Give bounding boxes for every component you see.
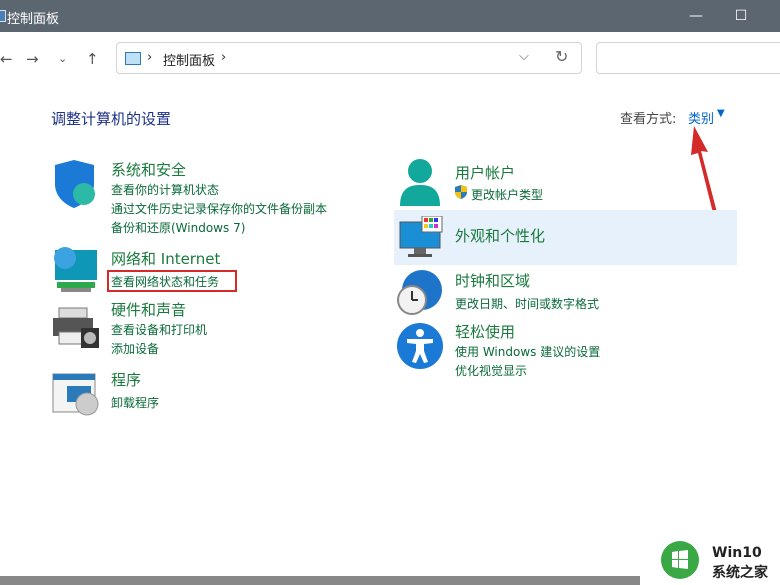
category-appearance-personalization[interactable]: 外观和个性化 <box>455 225 545 246</box>
horizontal-scrollbar[interactable] <box>0 576 640 585</box>
link-backup-restore[interactable]: 备份和还原(Windows 7) <box>111 219 245 236</box>
caret-down-icon[interactable]: ▼ <box>717 108 725 119</box>
title-bar: 控制面板 — ☐ <box>0 0 780 32</box>
programs-icon <box>51 372 101 416</box>
category-ease-of-access[interactable]: 轻松使用 <box>455 321 515 342</box>
network-icon <box>51 246 99 294</box>
link-change-account-type[interactable]: 更改帐户类型 <box>471 186 543 203</box>
link-uninstall-program[interactable]: 卸载程序 <box>111 394 159 411</box>
page-title: 调整计算机的设置 <box>51 110 172 128</box>
category-user-accounts[interactable]: 用户帐户 <box>455 162 515 183</box>
link-file-history[interactable]: 通过文件历史记录保存你的文件备份副本 <box>111 200 327 217</box>
category-system-security[interactable]: 系统和安全 <box>111 159 186 180</box>
clock-globe-icon <box>396 268 444 316</box>
maximize-button[interactable]: ☐ <box>721 4 761 28</box>
control-panel-icon <box>125 52 141 65</box>
link-add-device[interactable]: 添加设备 <box>111 340 159 357</box>
breadcrumb-control-panel[interactable]: 控制面板 <box>163 50 215 69</box>
back-arrow-icon[interactable]: ← <box>0 50 13 68</box>
breadcrumb-separator-icon[interactable]: › <box>147 50 152 65</box>
category-network-internet[interactable]: 网络和 Internet <box>111 248 220 269</box>
accessibility-icon <box>396 322 444 370</box>
up-arrow-icon[interactable]: ↑ <box>86 50 99 68</box>
minimize-button[interactable]: — <box>676 4 716 28</box>
link-windows-recommended-settings[interactable]: 使用 Windows 建议的设置 <box>455 343 600 360</box>
chevron-down-icon[interactable]: ⌵ <box>519 49 529 64</box>
address-field[interactable]: › 控制面板 › ⌵ ↻ <box>116 42 582 74</box>
window-title: 控制面板 <box>7 12 60 27</box>
watermark-line1: Win10 <box>712 545 762 561</box>
breadcrumb-separator-icon[interactable]: › <box>221 50 226 65</box>
category-programs[interactable]: 程序 <box>111 369 141 390</box>
link-devices-printers[interactable]: 查看设备和打印机 <box>111 321 207 338</box>
search-input[interactable] <box>596 42 780 74</box>
forward-arrow-icon[interactable]: → <box>26 50 39 68</box>
printer-icon <box>51 306 101 350</box>
control-panel-icon <box>0 10 6 22</box>
win10-logo-icon <box>655 540 705 580</box>
shield-icon <box>52 160 98 208</box>
category-hardware-sound[interactable]: 硬件和声音 <box>111 299 186 320</box>
uac-shield-icon <box>454 184 468 199</box>
hover-highlight <box>394 210 737 265</box>
user-icon <box>398 158 442 206</box>
view-by-label: 查看方式: <box>620 112 677 127</box>
link-optimize-visual-display[interactable]: 优化视觉显示 <box>455 362 527 379</box>
refresh-icon[interactable]: ↻ <box>555 47 568 66</box>
watermark-line2: 系统之家 <box>712 565 768 581</box>
recent-locations-icon[interactable]: ⌄ <box>58 52 67 65</box>
annotation-highlight-box <box>107 270 237 292</box>
link-view-computer-status[interactable]: 查看你的计算机状态 <box>111 181 219 198</box>
address-toolbar: ← → ⌄ ↑ › 控制面板 › ⌵ ↻ <box>0 32 780 84</box>
category-clock-region[interactable]: 时钟和区域 <box>455 270 530 291</box>
monitor-icon <box>398 215 444 258</box>
link-change-date-time[interactable]: 更改日期、时间或数字格式 <box>455 295 599 312</box>
